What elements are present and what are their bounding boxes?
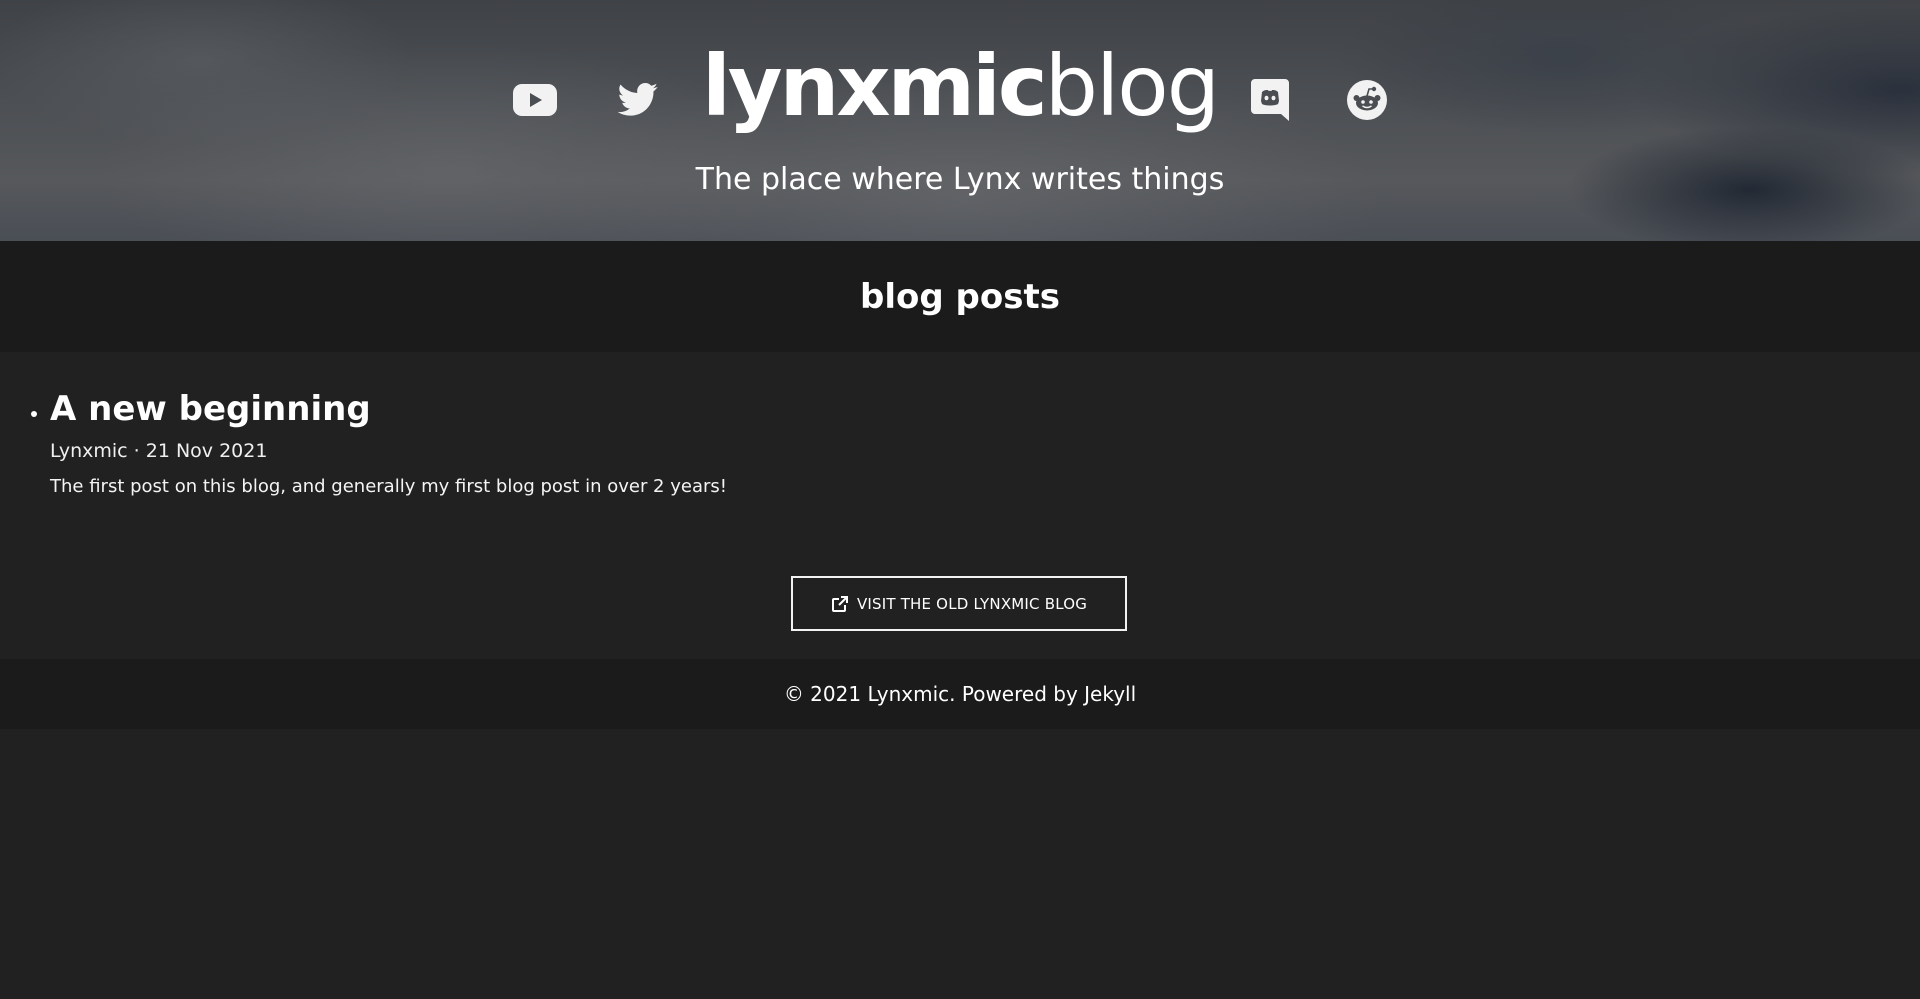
footer-copyright: © 2021 Lynxmic. [783,682,956,706]
post-meta: Lynxmic · 21 Nov 2021 [50,440,1920,462]
discord-icon[interactable] [1246,76,1294,124]
external-link-icon [831,595,848,612]
post-author: Lynxmic [50,440,128,462]
blog-posts-heading-band: blog posts [0,241,1920,352]
reddit-icon[interactable] [1343,76,1391,124]
visit-old-blog-label: VISIT THE OLD LYNXMIC BLOG [856,594,1088,613]
site-title[interactable]: lynxmicblog [0,36,1920,136]
post-date: 21 Nov 2021 [145,440,268,462]
post-list-item: A new beginning Lynxmic · 21 Nov 2021 Th… [50,388,1920,497]
post-excerpt: The first post on this blog, and general… [50,476,727,497]
header-inner: lynxmicblog The place where Lynx writes … [0,0,1920,241]
post-list: A new beginning Lynxmic · 21 Nov 2021 Th… [0,388,1920,497]
post-list-section: A new beginning Lynxmic · 21 Nov 2021 Th… [0,352,1920,659]
site-footer: © 2021 Lynxmic. Powered by Jekyll [0,659,1920,729]
post-title-link[interactable]: A new beginning [50,388,371,430]
site-tagline: The place where Lynx writes things [695,162,1225,197]
site-title-light: blog [1044,37,1220,135]
post-meta-separator: · [133,440,140,462]
visit-old-blog-button[interactable]: VISIT THE OLD LYNXMIC BLOG [791,576,1127,631]
site-header: lynxmicblog The place where Lynx writes … [0,0,1920,241]
blog-posts-heading: blog posts [860,276,1060,317]
site-title-bold: lynxmic [701,37,1048,135]
footer-powered-by[interactable]: Powered by Jekyll [962,682,1136,706]
